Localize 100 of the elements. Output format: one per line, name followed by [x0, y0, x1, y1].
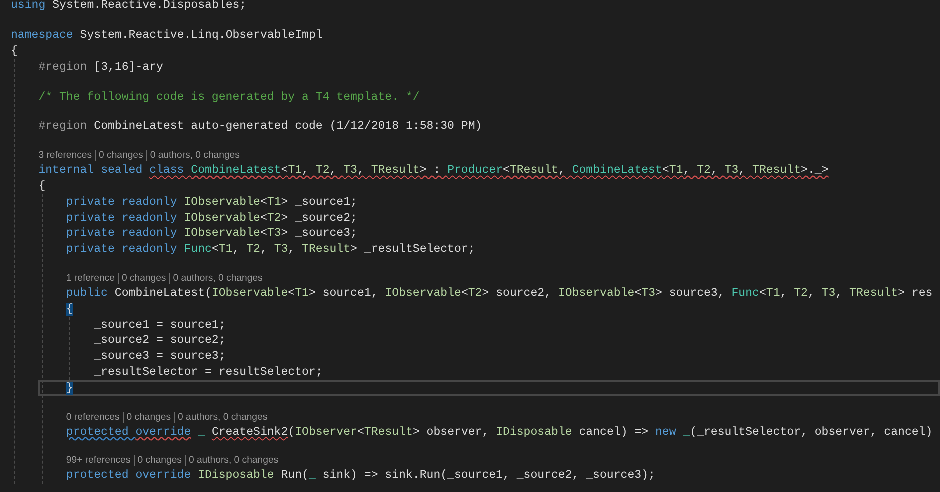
- code-token: <: [662, 164, 670, 178]
- code-token: private readonly: [66, 196, 178, 209]
- code-token: #region: [38, 120, 88, 134]
- code-lens-link[interactable]: 0 changes: [118, 273, 170, 284]
- code-token: <: [260, 212, 268, 225]
- code-token: new: [655, 426, 676, 439]
- code-token: T1: [218, 243, 233, 256]
- code-token: ,: [780, 286, 788, 300]
- code-token: IDisposable: [496, 426, 572, 439]
- code-token: <: [759, 286, 766, 300]
- code-lens-link[interactable]: 0 changes: [134, 455, 185, 466]
- code-lens-link[interactable]: 0 changes: [122, 412, 174, 423]
- code-token: <: [288, 286, 296, 300]
- code-token: T1: [669, 164, 684, 178]
- code-token: ,: [808, 286, 816, 300]
- code-token: }: [66, 382, 74, 395]
- code-token: ,: [260, 243, 268, 256]
- code-token: CombineLatest auto-generated code (1/12/2018 1:58:30 PM): [93, 120, 482, 134]
- code-token: ,: [232, 243, 241, 256]
- code-token: _source1 = source1;: [94, 318, 226, 332]
- code-token: internal sealed: [38, 164, 144, 178]
- code-token: cancel) =>: [578, 426, 650, 439]
- code-token: > :: [420, 164, 442, 178]
- code-token: #region: [38, 60, 88, 74]
- code-token: Func: [184, 243, 212, 256]
- code-token: T2: [468, 286, 482, 300]
- code-lens-link[interactable]: 3 references: [38, 150, 96, 162]
- code-token: ,: [330, 164, 338, 178]
- code-token: > observer,: [412, 426, 490, 439]
- code-token: > res: [898, 286, 933, 300]
- code-token: IObservable: [184, 196, 260, 209]
- code-lens-link[interactable]: 0 changes: [95, 150, 146, 162]
- code-token: CombineLatest(: [114, 286, 212, 300]
- code-token: System.Reactive.Linq.ObservableImpl: [79, 29, 323, 42]
- code-token: ,: [357, 164, 366, 178]
- code-token: TResult: [371, 164, 420, 178]
- code-token: (_resultSelector, observer, cancel): [690, 426, 933, 439]
- code-token: [3,16]-ary: [93, 60, 164, 74]
- code-token: namespace: [11, 29, 74, 42]
- code-token: <: [503, 164, 510, 178]
- code-token: protected: [66, 426, 130, 439]
- code-token: sink) => sink.Run(_source1, _source2, _source3);: [322, 469, 656, 482]
- code-lens-link[interactable]: 0 authors, 0 changes: [184, 455, 282, 466]
- code-token: ,: [558, 164, 566, 178]
- code-token: <: [260, 227, 268, 240]
- code-token: T1: [766, 286, 780, 300]
- code-token: T3: [724, 164, 739, 178]
- code-token: T1: [295, 286, 309, 300]
- code-token: _resultSelector = resultSelector;: [94, 366, 323, 379]
- code-token: TResult: [510, 164, 558, 178]
- code-token: > _source1;: [281, 196, 358, 209]
- code-token: T1: [267, 196, 282, 209]
- code-token: _source3 = source3;: [94, 350, 226, 364]
- code-token: IObservable: [385, 286, 462, 300]
- code-token: T3: [274, 243, 288, 256]
- code-lens-link[interactable]: 0 authors, 0 changes: [169, 273, 266, 284]
- code-token: <: [461, 286, 468, 300]
- code-token: IObservable: [184, 212, 260, 225]
- code-lens-link[interactable]: 0 references: [66, 412, 123, 423]
- code-token: _: [308, 469, 316, 482]
- code-token: IObservable: [212, 286, 288, 300]
- code-token: >._>: [801, 164, 829, 178]
- code-token: IDisposable: [198, 469, 274, 482]
- code-token: CombineLatest: [572, 164, 662, 178]
- code-token: _: [197, 426, 206, 439]
- code-token: System.Reactive.Disposables;: [52, 0, 247, 12]
- code-token: _: [682, 426, 690, 439]
- code-token: > source3,: [656, 286, 726, 300]
- code-token: > source2,: [482, 286, 553, 300]
- code-token: <: [260, 196, 268, 209]
- code-lens-link[interactable]: 0 authors, 0 changes: [174, 412, 271, 423]
- code-token: T2: [246, 243, 260, 256]
- code-token: {: [11, 44, 18, 58]
- code-token: <: [212, 243, 219, 256]
- code-token: <: [281, 164, 288, 178]
- code-token: > _resultSelector;: [350, 243, 476, 256]
- code-token: private readonly: [66, 212, 178, 225]
- code-token: CreateSink2: [212, 426, 288, 439]
- code-lens-link[interactable]: 0 authors, 0 changes: [146, 150, 243, 162]
- code-token: T1: [288, 164, 302, 178]
- code-token: _source2 = source2;: [94, 334, 226, 348]
- code-comment: /* The following code is generated by a T4 template. */: [38, 90, 420, 104]
- code-token: ,: [302, 164, 310, 178]
- code-token: > source1,: [308, 286, 380, 300]
- code-token: (: [288, 426, 296, 439]
- code-lens-link[interactable]: 1 reference: [66, 273, 118, 284]
- code-token: protected override: [66, 469, 192, 482]
- code-token: T2: [697, 164, 711, 178]
- code-token: T3: [344, 164, 358, 178]
- code-lens-link[interactable]: 99+ references: [66, 455, 134, 466]
- code-token: <: [357, 426, 364, 439]
- code-token: TResult: [302, 243, 351, 256]
- code-token: ,: [683, 164, 692, 178]
- code-token: TResult: [850, 286, 898, 300]
- code-token: IObservable: [558, 286, 635, 300]
- code-token: private readonly: [66, 227, 178, 240]
- code-token: using: [11, 0, 46, 12]
- code-token: {: [66, 302, 74, 316]
- code-token: private readonly: [66, 243, 178, 256]
- code-token: override: [136, 426, 192, 439]
